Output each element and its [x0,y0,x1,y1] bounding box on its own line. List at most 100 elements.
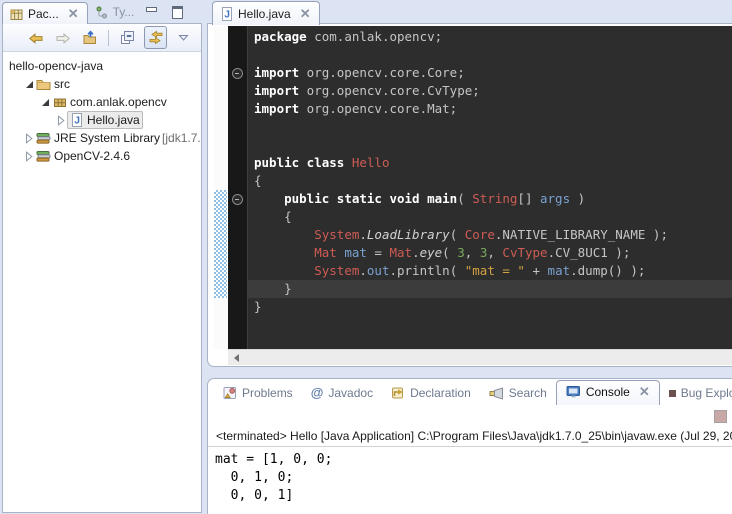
code-lines: package com.anlak.opencv; import org.open… [254,28,668,316]
code-area[interactable]: package com.anlak.opencv; import org.open… [228,26,732,349]
expand-arrow-icon[interactable] [23,133,35,144]
collapse-arrow-icon[interactable] [39,99,51,106]
link-with-editor-button[interactable] [144,26,167,49]
editor-tab-label: Hello.java [238,7,291,21]
code-line: System.LoadLibrary( Core.NATIVE_LIBRARY_… [254,226,668,244]
library-icon [35,132,52,145]
code-line: { [254,172,668,190]
code-line: } [254,280,668,298]
tab-problems[interactable]: Problems [214,382,302,405]
view-menu-button[interactable] [173,27,194,48]
console-output-line: 0, 0, 1] [215,487,332,505]
tab-javadoc[interactable]: @ Javadoc [302,382,382,405]
collapse-arrow-icon[interactable] [23,81,35,88]
tree-item-label: OpenCV-2.4.6 [52,149,132,163]
tab-package-explorer[interactable]: Pac... ✕ [2,2,88,24]
close-icon[interactable]: ✕ [639,387,650,397]
search-icon [489,386,504,400]
expand-arrow-icon[interactable] [23,151,35,162]
library-icon [35,150,52,163]
toolbar-separator [108,30,109,46]
tree-item-content: OpenCV-2.4.6 [35,149,132,163]
console-status-line: <terminated> Hello [Java Application] C:… [208,428,732,447]
svg-text:J: J [74,116,80,127]
close-icon[interactable]: ✕ [68,9,79,19]
console-output-line: mat = [1, 0, 0; [215,451,332,469]
terminate-button[interactable] [714,410,727,423]
tree-item-hello-opencv-java[interactable]: hello-opencv-java [3,57,201,75]
tab-label: Javadoc [328,386,373,400]
code-line: System.out.println( "mat = " + mat.dump(… [254,262,668,280]
forward-button[interactable] [52,27,73,48]
package-explorer-icon [10,8,23,21]
fold-collapse-icon[interactable] [232,68,243,79]
java-file-icon: J [221,7,233,21]
type-hierarchy-icon [95,6,108,19]
code-line: package com.anlak.opencv; [254,28,668,46]
collapse-all-button[interactable] [117,27,138,48]
annotation-ruler [214,26,228,349]
tab-label: Search [509,386,547,400]
svg-text:J: J [224,9,230,20]
package-explorer-panel: hello-opencv-java src com.anlak.opencv J Hel… [2,23,202,513]
horizontal-scrollbar[interactable] [228,349,732,365]
go-into-button[interactable] [79,27,100,48]
code-line: import org.opencv.core.CvType; [254,82,668,100]
code-line: Mat mat = Mat.eye( 3, 3, CvType.CV_8UC1 … [254,244,668,262]
eclipse-workbench: { "window": { "background": "#dce3f2" },… [0,0,732,511]
go-into-icon [82,30,97,45]
tree-item-content: src [35,77,72,91]
fold-collapse-icon[interactable] [232,194,243,205]
code-line [254,118,668,136]
project-tree: hello-opencv-java src com.anlak.opencv J Hel… [3,52,201,165]
tree-item-label: hello-opencv-java [7,59,105,73]
tree-item-jre-system-library[interactable]: JRE System Library [jdk1.7.0 [3,129,201,147]
folder-icon [35,77,52,91]
editor-body: package com.anlak.opencv; import org.open… [207,23,732,367]
tree-item-content: J Hello.java [67,111,143,129]
javadoc-icon: @ [311,387,324,399]
tree-item-content: com.anlak.opencv [51,95,169,109]
minimize-icon[interactable] [146,6,155,15]
declaration-icon [391,386,405,400]
forward-icon [55,31,71,45]
bug-icon [669,390,676,397]
expand-arrow-icon[interactable] [55,115,67,126]
code-line: public static void main( String[] args ) [254,190,668,208]
tree-item-com-anlak-opencv[interactable]: com.anlak.opencv [3,93,201,111]
tree-item-label: com.anlak.opencv [68,95,169,109]
tab-search[interactable]: Search [480,382,556,405]
code-line [254,46,668,64]
tree-item-content: JRE System Library [jdk1.7.0 [35,131,201,145]
code-line: } [254,298,668,316]
tree-item-src[interactable]: src [3,75,201,93]
editor-panel: J Hello.java ✕ package com.anlak.opencv;… [207,0,732,367]
editor-tab-hello-java[interactable]: J Hello.java ✕ [212,1,320,25]
problems-icon [223,386,237,400]
back-icon [28,31,44,45]
maximize-icon[interactable] [172,6,183,19]
console-output-line: 0, 1, 0; [215,469,332,487]
tree-item-label: Hello.java [85,113,142,127]
tree-item-hello-java[interactable]: J Hello.java [3,111,201,129]
tab-type-hierarchy[interactable]: Ty... [88,1,143,24]
tab-declaration[interactable]: Declaration [382,382,480,405]
tree-item-label: JRE System Library [52,131,162,145]
view-menu-icon [178,33,189,42]
back-button[interactable] [25,27,46,48]
code-line: import org.opencv.core.Mat; [254,100,668,118]
scroll-left-arrow-icon[interactable] [228,350,244,365]
jfile-icon: J [68,113,85,127]
close-icon[interactable]: ✕ [300,9,311,19]
package-icon [51,96,68,109]
tab-console[interactable]: Console✕ [556,380,660,405]
tab-bug-explorer[interactable]: Bug Explorer [660,382,732,405]
tree-item-opencv-2-4-6[interactable]: OpenCV-2.4.6 [3,147,201,165]
collapse-all-icon [120,30,135,45]
tab-label: Problems [242,386,293,400]
tree-item-content: hello-opencv-java [7,59,105,73]
bottom-view-tabbar: Problems @ Javadoc Declaration Search Console… [208,379,732,405]
code-line: { [254,208,668,226]
view-window-buttons [146,6,198,19]
console-output[interactable]: mat = [1, 0, 0; 0, 1, 0; 0, 0, 1] [215,451,332,505]
